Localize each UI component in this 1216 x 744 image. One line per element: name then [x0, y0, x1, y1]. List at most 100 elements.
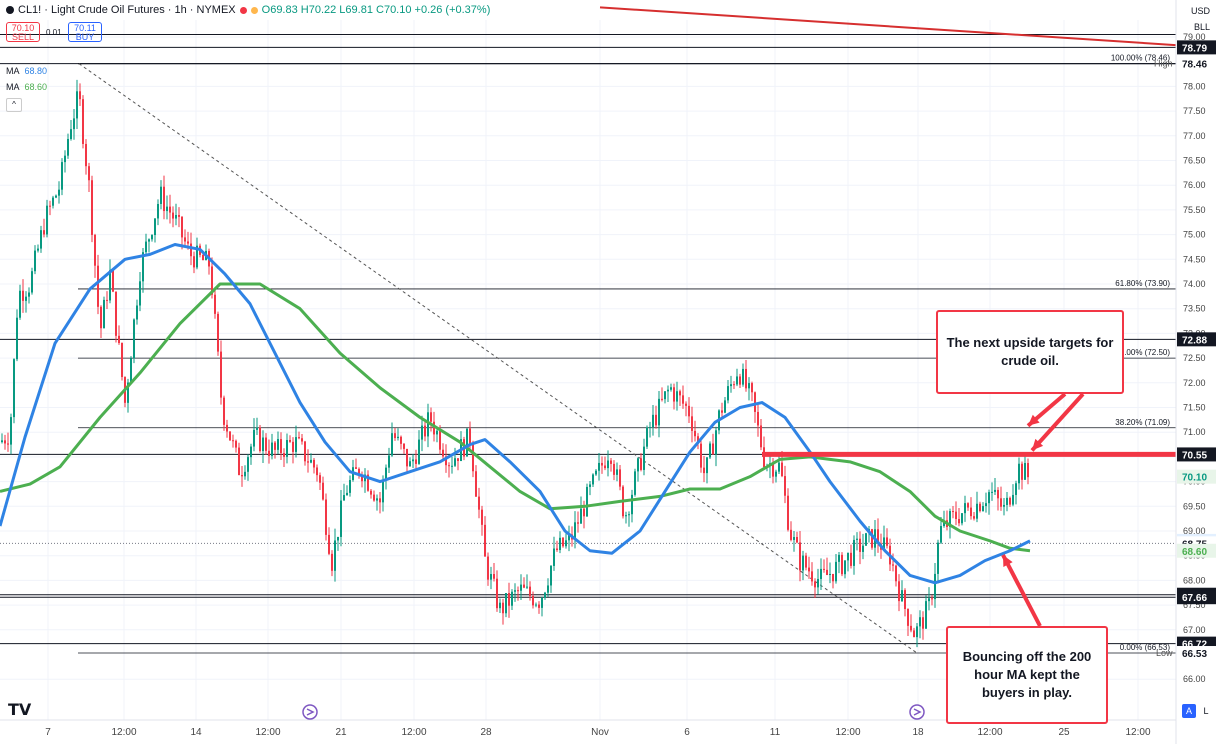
candle-body	[169, 206, 171, 213]
candle-body	[781, 462, 783, 477]
candle-body	[931, 598, 933, 600]
callout-targets: The next upside targets for crude oil.	[936, 310, 1124, 394]
candle-body	[73, 118, 75, 130]
candle-body	[265, 437, 267, 451]
callout-bounce: Bouncing off the 200 hour MA kept the bu…	[946, 626, 1108, 724]
collapse-legend-button[interactable]: ^	[6, 98, 22, 112]
candle-body	[19, 290, 21, 318]
candle-body	[598, 462, 600, 471]
candle-body	[217, 313, 219, 352]
y-tick-label: 76.50	[1183, 156, 1206, 166]
candle-body	[595, 470, 597, 475]
candle-body	[22, 290, 24, 301]
candle-body	[232, 440, 234, 442]
candle-body	[1006, 497, 1008, 505]
x-tick-label: Nov	[591, 727, 609, 738]
candle-body	[850, 552, 852, 566]
price-label: 67.66	[1182, 593, 1207, 604]
tradingview-logo[interactable]: TV	[8, 700, 31, 719]
candle-body	[13, 359, 15, 418]
candle-body	[865, 533, 867, 546]
candle-body	[628, 514, 630, 516]
candle-body	[382, 479, 384, 503]
candle-body	[97, 265, 99, 307]
unit-label[interactable]: BLL	[1194, 22, 1210, 32]
y-tick-label: 66.00	[1183, 674, 1206, 684]
candle-body	[31, 271, 33, 293]
candle-body	[34, 250, 36, 272]
candle-body	[28, 292, 30, 297]
y-tick-label: 72.50	[1183, 353, 1206, 363]
candle-body	[322, 482, 324, 500]
candle-body	[712, 443, 714, 455]
candle-body	[892, 564, 894, 566]
candle-body	[625, 515, 627, 517]
ma-slow-legend[interactable]: MA 68.60	[6, 82, 47, 92]
candle-body	[112, 270, 114, 292]
buy-label: BUY	[75, 32, 95, 42]
candle-body	[421, 425, 423, 440]
y-tick-label: 77.00	[1183, 131, 1206, 141]
y-tick-label: 71.00	[1183, 427, 1206, 437]
candle-body	[271, 442, 273, 456]
candle-body	[961, 513, 963, 524]
candle-body	[919, 617, 921, 627]
candle-body	[151, 235, 153, 240]
candle-body	[838, 554, 840, 562]
candle-body	[790, 529, 792, 540]
candle-body	[220, 351, 222, 398]
candle-body	[424, 425, 426, 437]
buy-button[interactable]: 70.11 BUY	[68, 22, 102, 42]
candle-body	[529, 586, 531, 596]
candle-body	[46, 205, 48, 235]
candle-body	[160, 186, 162, 204]
currency-label[interactable]: USD	[1191, 6, 1210, 16]
candle-body	[118, 335, 120, 344]
candle-body	[940, 526, 942, 543]
candle-body	[190, 243, 192, 257]
sell-button[interactable]: 70.10 SELL	[6, 22, 40, 42]
candle-body	[757, 411, 759, 426]
fib-level-label: 38.20% (71.09)	[1115, 418, 1170, 427]
candle-body	[535, 604, 537, 606]
candle-body	[229, 431, 231, 441]
candle-body	[376, 498, 378, 501]
candle-body	[1027, 463, 1029, 478]
ma-200-line	[0, 282, 1031, 553]
candle-body	[751, 383, 753, 393]
auto-scale-button[interactable]: A	[1182, 704, 1196, 718]
candle-body	[853, 539, 855, 566]
candle-body	[805, 555, 807, 568]
candle-body	[634, 471, 636, 495]
x-tick-label: 6	[684, 727, 690, 738]
candle-body	[694, 430, 696, 437]
candle-body	[238, 447, 240, 475]
market-status-icon	[239, 6, 247, 14]
candle-body	[847, 552, 849, 561]
candle-body	[4, 440, 6, 444]
candle-body	[298, 437, 300, 439]
candle-body	[721, 410, 723, 413]
symbol-title[interactable]: CL1! · Light Crude Oil Futures · 1h · NY…	[18, 4, 236, 16]
candle-body	[307, 461, 309, 463]
candle-body	[517, 590, 519, 592]
candle-body	[397, 436, 399, 439]
symbol-icon	[6, 6, 14, 14]
candle-body	[181, 216, 183, 238]
candle-body	[52, 197, 54, 206]
x-tick-label: 25	[1058, 727, 1070, 738]
candle-body	[106, 299, 108, 301]
y-tick-label: 75.00	[1183, 230, 1206, 240]
ma-fast-legend[interactable]: MA 68.80	[6, 66, 47, 76]
candle-body	[325, 499, 327, 535]
candle-body	[514, 590, 516, 592]
candles-group	[1, 79, 1029, 648]
candle-body	[103, 299, 105, 329]
candle-body	[616, 469, 618, 475]
log-scale-button[interactable]: L	[1199, 704, 1213, 718]
candle-body	[727, 386, 729, 401]
candle-body	[823, 568, 825, 570]
x-tick-label: 11	[770, 727, 781, 738]
price-label: 70.55	[1182, 450, 1207, 461]
candle-body	[241, 474, 243, 477]
